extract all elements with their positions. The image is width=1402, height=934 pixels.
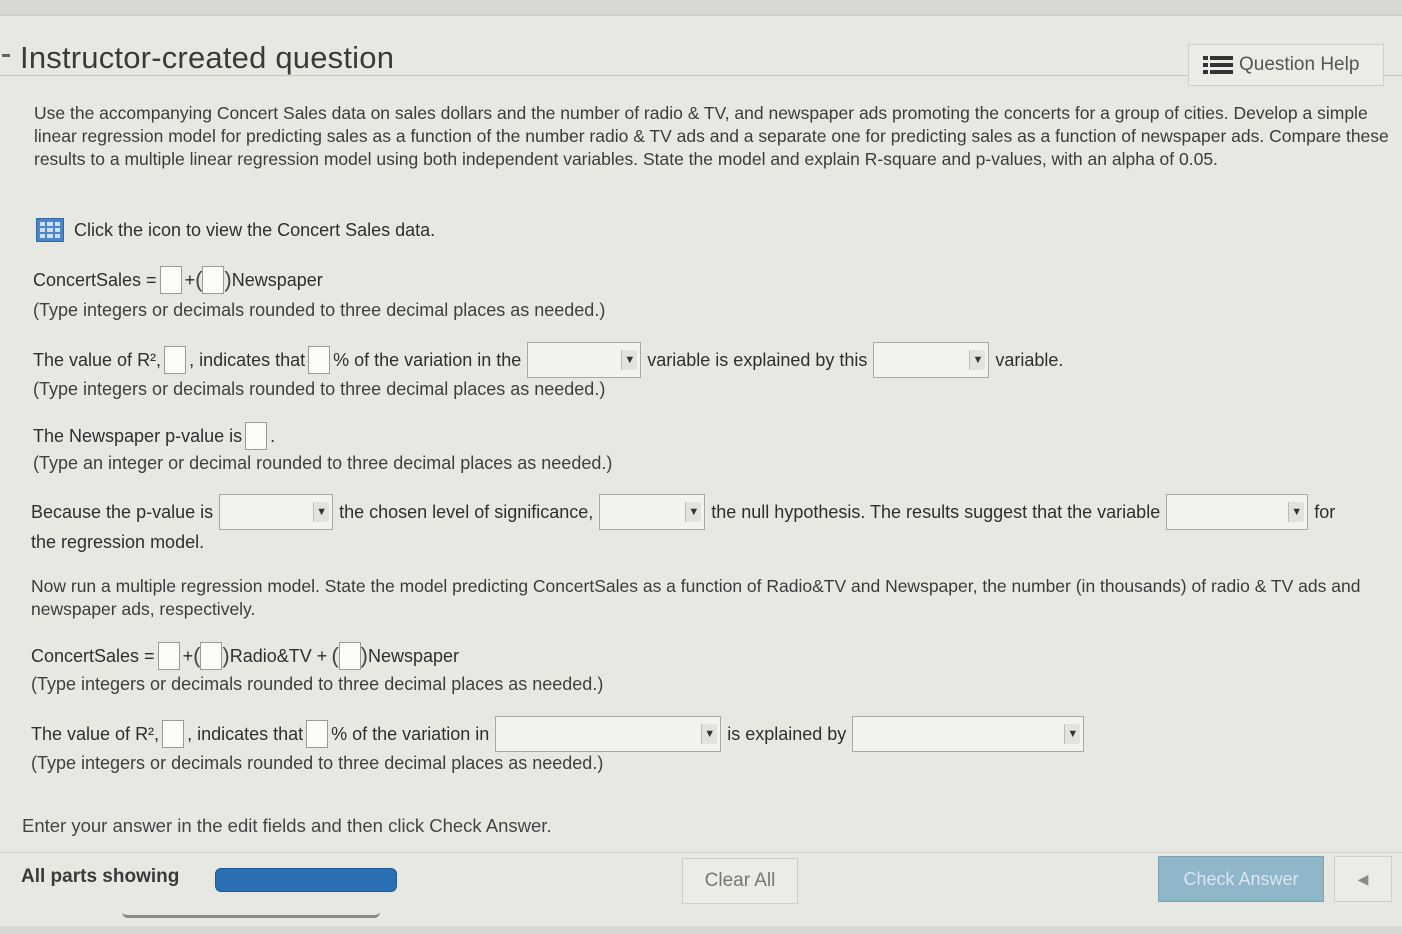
table-grid-icon[interactable] [36, 218, 64, 242]
clear-all-button[interactable]: Clear All [682, 858, 798, 904]
r2-text: The value of R², [31, 723, 160, 744]
percent-input[interactable] [308, 346, 331, 374]
hypothesis-row: Because the p-value is ▼ the chosen leve… [31, 494, 1335, 530]
question-help-button[interactable]: Question Help [1188, 44, 1384, 86]
multiple-regression-prompt: Now run a multiple regression model. Sta… [31, 576, 1361, 619]
mr-dependent-variable-select[interactable]: ▼ [495, 716, 722, 752]
p-value-text: The Newspaper p-value is [33, 425, 243, 446]
triangle-down-icon: ▼ [1064, 724, 1081, 744]
r2-text: The value of R², [33, 349, 162, 370]
open-paren: ( [195, 267, 203, 292]
dependent-variable-select[interactable]: ▼ [527, 342, 642, 378]
newspaper-label: Newspaper [231, 269, 323, 290]
triangle-down-icon: ▼ [685, 502, 702, 522]
suggest-text: the null hypothesis. The results suggest… [711, 501, 1161, 522]
indicates-text: , indicates that [187, 723, 304, 744]
list-icon [1203, 55, 1233, 75]
check-answer-button[interactable]: Check Answer [1158, 856, 1324, 902]
rounding-note: (Type integers or decimals rounded to th… [31, 674, 604, 694]
page-title: Instructor-created question [20, 40, 395, 75]
triangle-down-icon: ▼ [969, 350, 986, 370]
explained-text: variable is explained by this [647, 349, 868, 370]
plus-sign: + [184, 269, 196, 290]
back-button[interactable]: ◀ [1334, 856, 1392, 902]
rounding-note: (Type an integer or decimal rounded to t… [33, 453, 613, 473]
mr-r2-value-input[interactable] [162, 720, 185, 748]
close-paren: ) [222, 643, 230, 668]
because-text: Because the p-value is [31, 501, 214, 522]
open-paren: ( [193, 643, 201, 668]
indicates-text: , indicates that [189, 349, 306, 370]
mr-percent-input[interactable] [306, 720, 329, 748]
multiple-model-row: ConcertSales = + ( ) Radio&TV + ( ) News… [31, 642, 459, 670]
rounding-note: (Type integers or decimals rounded to th… [31, 753, 604, 773]
variable-significance-select[interactable]: ▼ [1166, 494, 1309, 530]
newspaper-label: Newspaper [367, 645, 460, 666]
answer-instruction: Enter your answer in the edit fields and… [22, 815, 552, 836]
independent-variable-select[interactable]: ▼ [873, 342, 990, 378]
radio-tv-label: Radio&TV + [229, 645, 328, 666]
variable-text: variable. [995, 349, 1064, 370]
simple-model-row: ConcertSales = + ( ) Newspaper [33, 266, 323, 294]
for-text: for [1314, 501, 1336, 522]
mr-newspaper-coef-input[interactable] [338, 642, 361, 670]
all-parts-label: All parts showing [21, 866, 180, 887]
question-help-label: Question Help [1239, 54, 1360, 75]
data-link-text: Click the icon to view the Concert Sales… [74, 219, 436, 240]
mr-intercept-input[interactable] [157, 642, 180, 670]
intercept-input[interactable] [159, 266, 182, 294]
r2-value-input[interactable] [164, 346, 187, 374]
parts-progress-bar [215, 868, 397, 892]
hypothesis-decision-select[interactable]: ▼ [599, 494, 706, 530]
regression-model-text: the regression model. [31, 532, 205, 552]
triangle-left-icon: ◀ [1357, 870, 1369, 887]
r-squared-row: The value of R², , indicates that % of t… [33, 342, 1063, 378]
model-lhs: ConcertSales = [31, 645, 155, 666]
question-intro: Use the accompanying Concert Sales data … [34, 103, 1389, 169]
mr-independent-variables-select[interactable]: ▼ [852, 716, 1085, 752]
explained-text: is explained by [727, 723, 847, 744]
comparison-select[interactable]: ▼ [219, 494, 334, 530]
variation-text: % of the variation in [331, 723, 490, 744]
close-paren: ) [360, 643, 368, 668]
model-lhs: ConcertSales = [33, 269, 157, 290]
triangle-down-icon: ▼ [621, 350, 638, 370]
radio-tv-coef-input[interactable] [200, 642, 223, 670]
close-paren: ) [224, 267, 232, 292]
plus-sign: + [182, 645, 194, 666]
triangle-down-icon: ▼ [1288, 502, 1305, 522]
concert-sales-data-link[interactable]: Click the icon to view the Concert Sales… [36, 218, 435, 242]
mr-r-squared-row: The value of R², , indicates that % of t… [31, 716, 1090, 752]
period: . [270, 425, 276, 446]
rounding-note: (Type integers or decimals rounded to th… [33, 300, 606, 320]
rounding-note: (Type integers or decimals rounded to th… [33, 379, 606, 399]
newspaper-coef-input[interactable] [202, 266, 225, 294]
menu-tick-icon [2, 54, 10, 57]
open-paren: ( [331, 643, 339, 668]
p-value-input[interactable] [245, 422, 268, 450]
variation-text: % of the variation in the [333, 349, 522, 370]
significance-text: the chosen level of significance, [339, 501, 594, 522]
triangle-down-icon: ▼ [313, 502, 330, 522]
tab-edge [122, 908, 380, 918]
triangle-down-icon: ▼ [701, 724, 718, 744]
p-value-row: The Newspaper p-value is . [33, 422, 275, 450]
